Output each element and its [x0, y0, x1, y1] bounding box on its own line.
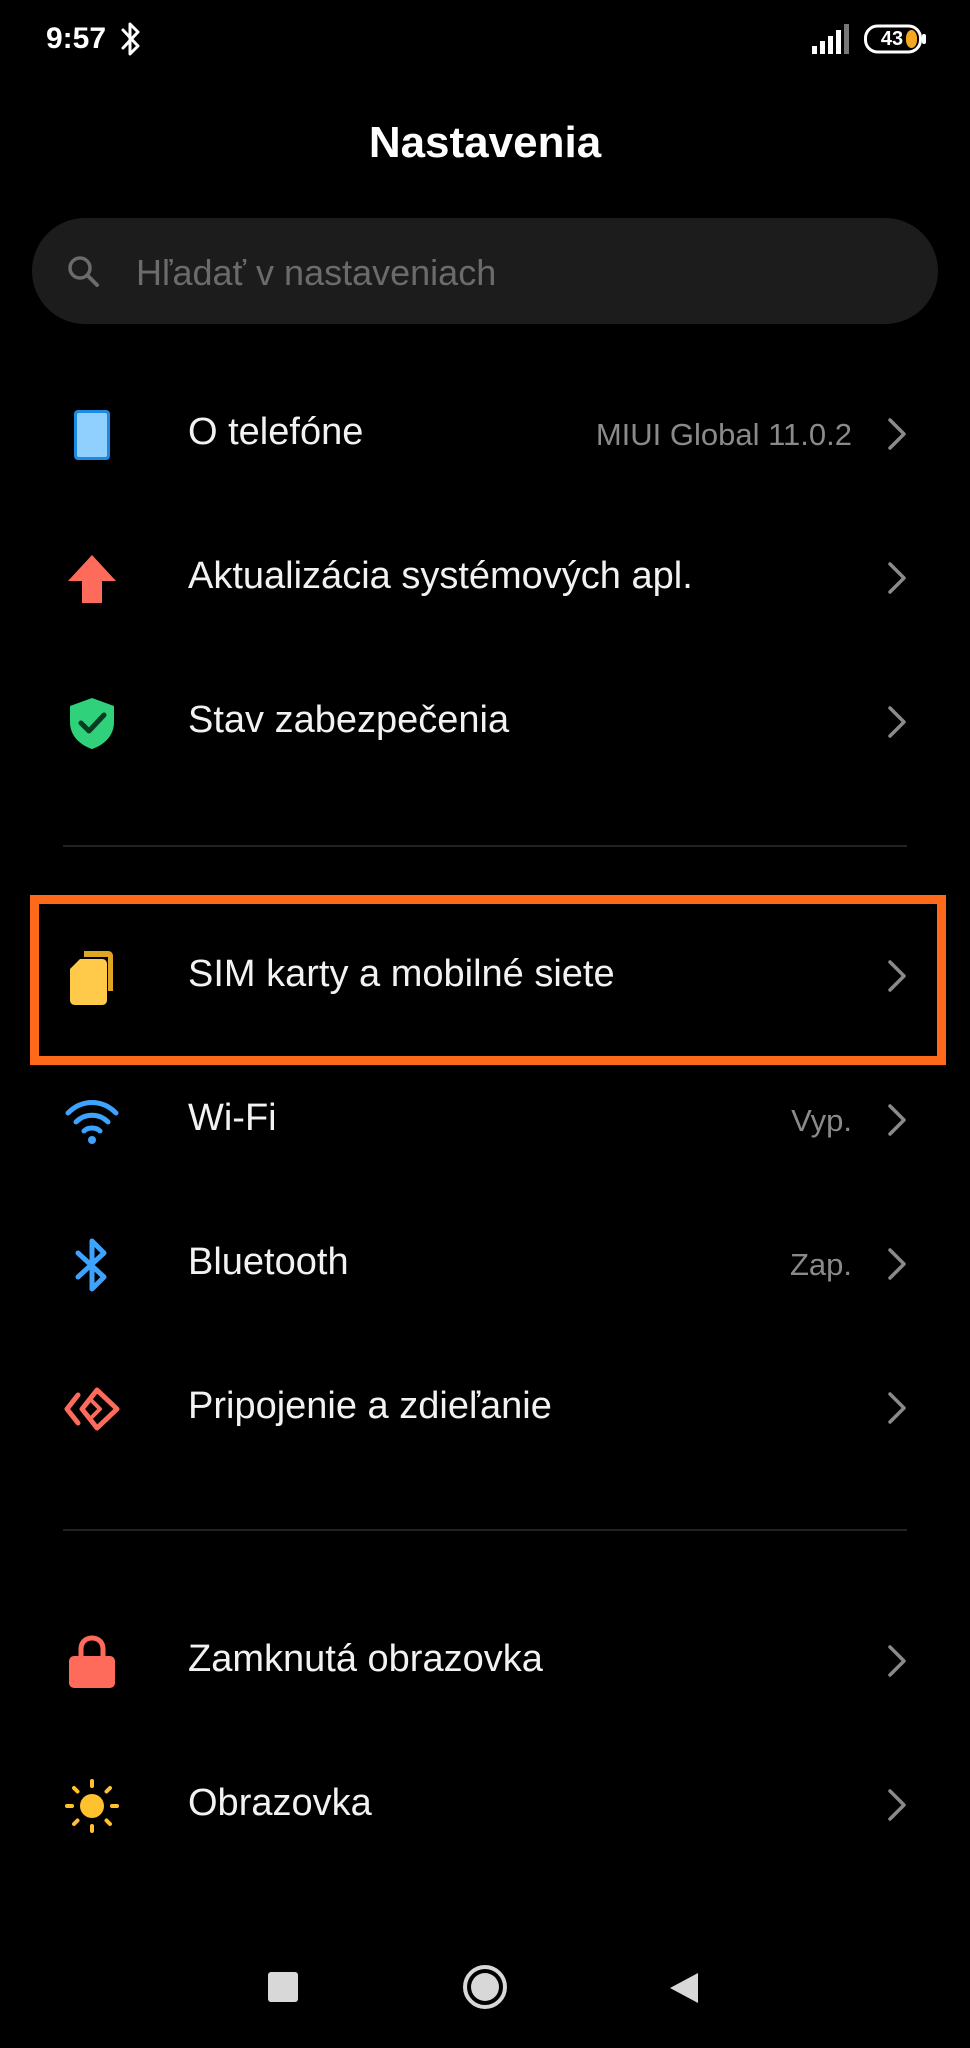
settings-item-wifi[interactable]: Wi-Fi Vyp. — [0, 1047, 970, 1191]
settings-item-label: SIM karty a mobilné siete — [188, 953, 615, 995]
arrow-up-icon — [68, 555, 116, 603]
chevron-right-icon — [888, 1104, 906, 1136]
sim-card-icon — [70, 951, 113, 1005]
bluetooth-icon — [75, 1238, 107, 1292]
settings-item-label: Stav zabezpečenia — [188, 699, 510, 741]
settings-item-lock-screen[interactable]: Zamknutá obrazovka — [0, 1588, 970, 1732]
status-time: 9:57 — [46, 22, 107, 55]
chevron-right-icon — [888, 562, 906, 594]
settings-item-label: Aktualizácia systémových apl. — [188, 555, 693, 597]
shield-check-icon — [70, 698, 114, 749]
back-icon[interactable] — [666, 1970, 702, 2006]
settings-item-value: Vyp. — [791, 1103, 852, 1138]
signal-icon — [812, 24, 849, 54]
settings-item-value: Zap. — [789, 1247, 852, 1282]
wifi-icon — [65, 1100, 119, 1144]
battery-level: 43 — [880, 28, 904, 50]
search-placeholder: Hľadať v nastaveniach — [136, 252, 497, 293]
settings-item-label: Obrazovka — [188, 1782, 372, 1824]
chevron-right-icon — [888, 1645, 906, 1677]
settings-item-label: Pripojenie a zdieľanie — [188, 1385, 552, 1427]
connection-sharing-icon — [64, 1387, 120, 1431]
settings-item-about-phone[interactable]: O telefóne MIUI Global 11.0.2 — [0, 361, 970, 505]
settings-item-bluetooth[interactable]: Bluetooth Zap. — [0, 1191, 970, 1335]
search-icon — [68, 256, 99, 287]
settings-item-label: O telefóne — [188, 411, 364, 453]
phone-icon — [74, 410, 110, 460]
settings-item-security-status[interactable]: Stav zabezpečenia — [0, 649, 970, 793]
settings-item-label: Bluetooth — [188, 1241, 349, 1283]
settings-item-value: MIUI Global 11.0.2 — [595, 417, 852, 452]
chevron-right-icon — [888, 1789, 906, 1821]
settings-item-connection-sharing[interactable]: Pripojenie a zdieľanie — [0, 1335, 970, 1479]
settings-item-label: Zamknutá obrazovka — [188, 1638, 543, 1680]
home-icon[interactable] — [462, 1964, 508, 2010]
chevron-right-icon — [888, 418, 906, 450]
chevron-right-icon — [888, 1392, 906, 1424]
settings-item-system-apps-update[interactable]: Aktualizácia systémových apl. — [0, 505, 970, 649]
settings-item-display[interactable]: Obrazovka — [0, 1732, 970, 1876]
chevron-right-icon — [888, 1248, 906, 1280]
bluetooth-status-icon — [121, 22, 140, 56]
chevron-right-icon — [888, 706, 906, 738]
page-title: Nastavenia — [368, 118, 602, 167]
section-divider — [63, 1529, 907, 1531]
sun-icon — [65, 1779, 119, 1833]
lock-icon — [69, 1635, 115, 1688]
battery-icon: 43 — [864, 24, 928, 54]
chevron-right-icon — [888, 960, 906, 992]
settings-item-label: Wi-Fi — [188, 1097, 277, 1139]
section-divider — [63, 845, 907, 847]
recents-icon[interactable] — [268, 1972, 298, 2002]
status-bar: 9:57 43 — [0, 0, 970, 80]
settings-item-sim-mobile-networks[interactable]: SIM karty a mobilné siete — [0, 903, 970, 1047]
